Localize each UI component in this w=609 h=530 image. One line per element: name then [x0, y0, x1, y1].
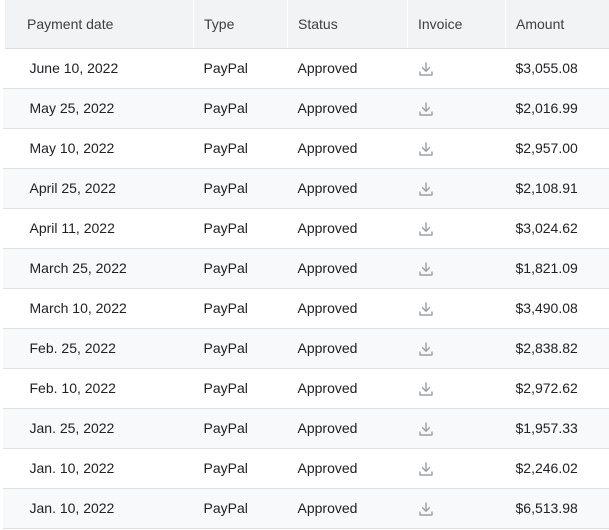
- invoice-cell: [407, 208, 506, 249]
- payments-table: Payment date Type Status Invoice Amount …: [0, 0, 609, 529]
- download-icon[interactable]: [418, 141, 434, 157]
- payment-date-cell: Jan. 10, 2022: [2, 488, 194, 529]
- type-cell: PayPal: [193, 48, 288, 89]
- amount-cell: $2,246.02: [505, 448, 609, 489]
- status-cell: Approved: [287, 488, 408, 529]
- download-icon[interactable]: [418, 381, 434, 397]
- amount-cell: $3,055.08: [505, 48, 609, 89]
- download-icon[interactable]: [418, 341, 434, 357]
- invoice-cell: [407, 168, 506, 209]
- type-cell: PayPal: [193, 328, 288, 369]
- download-icon[interactable]: [418, 181, 434, 197]
- payment-date-cell: March 10, 2022: [2, 288, 194, 329]
- table-header: Payment date Type Status Invoice Amount: [0, 0, 609, 49]
- table-row: Jan. 10, 2022 PayPal Approved $2,246.02: [2, 448, 609, 489]
- payment-date-cell: Feb. 25, 2022: [2, 328, 194, 369]
- table-row: April 25, 2022 PayPal Approved $2,108.91: [2, 168, 609, 209]
- invoice-cell: [407, 328, 506, 369]
- download-icon[interactable]: [418, 421, 434, 437]
- status-cell: Approved: [287, 448, 408, 489]
- type-cell: PayPal: [193, 248, 288, 289]
- status-cell: Approved: [287, 408, 408, 449]
- status-cell: Approved: [287, 128, 408, 169]
- table-row: May 25, 2022 PayPal Approved $2,016.99: [2, 88, 609, 129]
- amount-cell: $2,957.00: [505, 128, 609, 169]
- payment-date-cell: May 10, 2022: [2, 128, 194, 169]
- download-icon[interactable]: [418, 301, 434, 317]
- type-cell: PayPal: [193, 408, 288, 449]
- payment-date-cell: June 10, 2022: [2, 48, 194, 89]
- payment-date-cell: April 11, 2022: [2, 208, 194, 249]
- status-cell: Approved: [287, 328, 408, 369]
- status-cell: Approved: [287, 288, 408, 329]
- status-cell: Approved: [287, 208, 408, 249]
- payment-date-cell: May 25, 2022: [2, 88, 194, 129]
- status-cell: Approved: [287, 368, 408, 409]
- invoice-cell: [407, 408, 506, 449]
- payment-date-cell: Jan. 25, 2022: [2, 408, 194, 449]
- invoice-cell: [407, 48, 506, 89]
- status-cell: Approved: [287, 48, 408, 89]
- amount-cell: $3,490.08: [505, 288, 609, 329]
- table-row: Jan. 10, 2022 PayPal Approved $6,513.98: [2, 488, 609, 529]
- table-row: March 10, 2022 PayPal Approved $3,490.08: [2, 288, 609, 329]
- type-cell: PayPal: [193, 208, 288, 249]
- table-row: Feb. 10, 2022 PayPal Approved $2,972.62: [2, 368, 609, 409]
- invoice-cell: [407, 368, 506, 409]
- payment-date-cell: April 25, 2022: [2, 168, 194, 209]
- invoice-cell: [407, 488, 506, 529]
- type-cell: PayPal: [193, 488, 288, 529]
- payment-date-cell: Feb. 10, 2022: [2, 368, 194, 409]
- invoice-cell: [407, 248, 506, 289]
- header-type[interactable]: Type: [193, 0, 288, 49]
- amount-cell: $1,957.33: [505, 408, 609, 449]
- status-cell: Approved: [287, 168, 408, 209]
- download-icon[interactable]: [418, 261, 434, 277]
- table-row: June 10, 2022 PayPal Approved $3,055.08: [2, 48, 609, 89]
- status-cell: Approved: [287, 248, 408, 289]
- header-row: Payment date Type Status Invoice Amount: [0, 0, 609, 49]
- amount-cell: $1,821.09: [505, 248, 609, 289]
- invoice-cell: [407, 128, 506, 169]
- type-cell: PayPal: [193, 168, 288, 209]
- header-amount[interactable]: Amount: [505, 0, 609, 49]
- header-status[interactable]: Status: [287, 0, 408, 49]
- header-payment-date[interactable]: Payment date: [0, 0, 194, 49]
- table-row: March 25, 2022 PayPal Approved $1,821.09: [2, 248, 609, 289]
- table-row: Jan. 25, 2022 PayPal Approved $1,957.33: [2, 408, 609, 449]
- status-cell: Approved: [287, 88, 408, 129]
- amount-cell: $3,024.62: [505, 208, 609, 249]
- table-row: April 11, 2022 PayPal Approved $3,024.62: [2, 208, 609, 249]
- download-icon[interactable]: [418, 61, 434, 77]
- invoice-cell: [407, 288, 506, 329]
- payment-date-cell: March 25, 2022: [2, 248, 194, 289]
- amount-cell: $2,972.62: [505, 368, 609, 409]
- amount-cell: $2,108.91: [505, 168, 609, 209]
- invoice-cell: [407, 88, 506, 129]
- type-cell: PayPal: [193, 448, 288, 489]
- amount-cell: $6,513.98: [505, 488, 609, 529]
- download-icon[interactable]: [418, 501, 434, 517]
- type-cell: PayPal: [193, 288, 288, 329]
- type-cell: PayPal: [193, 88, 288, 129]
- download-icon[interactable]: [418, 221, 434, 237]
- download-icon[interactable]: [418, 461, 434, 477]
- header-invoice[interactable]: Invoice: [407, 0, 506, 49]
- type-cell: PayPal: [193, 368, 288, 409]
- table-body: June 10, 2022 PayPal Approved $3,055.08 …: [2, 48, 609, 529]
- table-row: May 10, 2022 PayPal Approved $2,957.00: [2, 128, 609, 169]
- amount-cell: $2,016.99: [505, 88, 609, 129]
- type-cell: PayPal: [193, 128, 288, 169]
- payment-date-cell: Jan. 10, 2022: [2, 448, 194, 489]
- invoice-cell: [407, 448, 506, 489]
- table-row: Feb. 25, 2022 PayPal Approved $2,838.82: [2, 328, 609, 369]
- amount-cell: $2,838.82: [505, 328, 609, 369]
- download-icon[interactable]: [418, 101, 434, 117]
